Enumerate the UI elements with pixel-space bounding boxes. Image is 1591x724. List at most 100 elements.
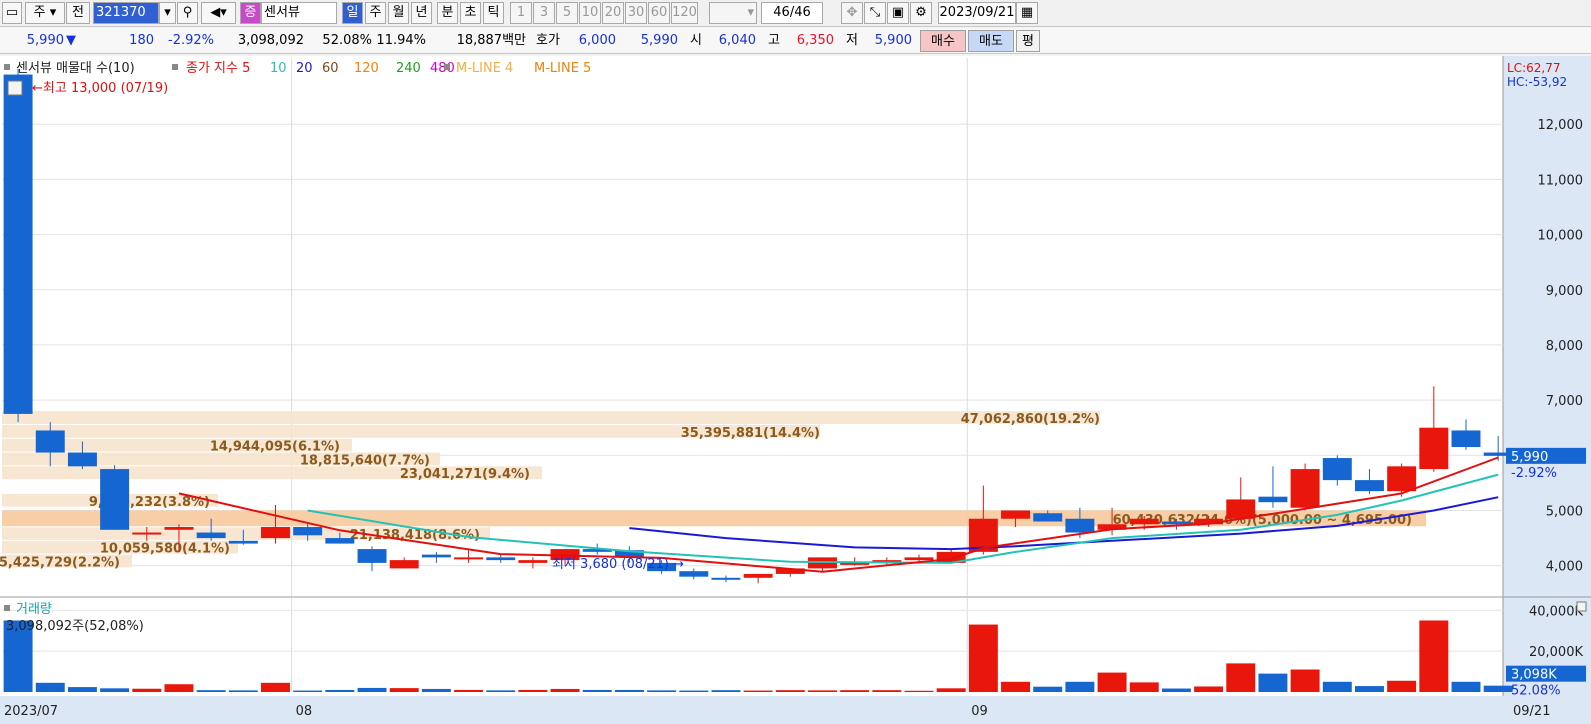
interval-20[interactable]: 20 <box>602 2 624 24</box>
interval-120[interactable]: 120 <box>671 2 698 24</box>
candle-body[interactable] <box>1451 430 1481 448</box>
candle-body[interactable] <box>1258 496 1288 503</box>
candle-body[interactable] <box>67 452 97 467</box>
crosshair-icon[interactable]: ✥ <box>841 2 863 24</box>
tab-tick[interactable]: 틱 <box>483 2 504 24</box>
volume-bar[interactable] <box>1226 663 1256 692</box>
candle-body[interactable] <box>1001 510 1031 519</box>
candle-body[interactable] <box>1290 469 1320 508</box>
eval-button[interactable]: 평 <box>1016 30 1040 52</box>
volume-bar[interactable] <box>100 688 130 692</box>
volume-bar[interactable] <box>743 690 773 692</box>
search-icon[interactable]: ⚲ <box>177 2 198 24</box>
candle-body[interactable] <box>1161 521 1191 525</box>
volume-bar[interactable] <box>711 690 741 692</box>
candle-body[interactable] <box>1065 518 1095 533</box>
candle-body[interactable] <box>486 557 516 561</box>
volume-bar[interactable] <box>1033 686 1063 692</box>
candle-body[interactable] <box>1033 513 1063 522</box>
volume-bar[interactable] <box>775 690 805 692</box>
volume-bar[interactable] <box>1483 685 1513 692</box>
candle-body[interactable] <box>421 554 451 558</box>
tab-minute[interactable]: 분 <box>437 2 458 24</box>
buy-button[interactable]: 매수 <box>920 30 966 52</box>
volume-bar[interactable] <box>1001 681 1031 692</box>
candle-body[interactable] <box>518 560 548 563</box>
tab-day[interactable]: 일 <box>342 2 363 24</box>
sell-button[interactable]: 매도 <box>968 30 1014 52</box>
gear-icon[interactable]: ⚙ <box>910 2 932 24</box>
interval-1[interactable]: 1 <box>510 2 532 24</box>
volume-bar[interactable] <box>1258 673 1288 692</box>
volume-bar[interactable] <box>486 690 516 692</box>
volume-bar[interactable] <box>1387 680 1417 692</box>
volume-bar[interactable] <box>164 684 194 692</box>
volume-bar[interactable] <box>904 690 934 692</box>
candle-body[interactable] <box>711 577 741 580</box>
candle-body[interactable] <box>100 469 130 530</box>
candle-body[interactable] <box>35 430 65 453</box>
code-dropdown-arrow[interactable]: ▾ <box>159 2 176 24</box>
volume-bar[interactable] <box>325 689 355 692</box>
candle-body[interactable] <box>325 538 355 544</box>
count-field[interactable]: 46/46 <box>761 2 823 24</box>
candle-body[interactable] <box>293 527 323 536</box>
date-field[interactable]: 2023/09/21 <box>938 2 1016 24</box>
candle-body[interactable] <box>357 549 387 563</box>
candle-body[interactable] <box>132 532 162 535</box>
window-icon[interactable]: ▭ <box>2 2 22 24</box>
volume-bar[interactable] <box>132 688 162 692</box>
volume-bar[interactable] <box>872 690 902 692</box>
draw-tool-icon[interactable]: ⤡ <box>864 2 886 24</box>
volume-bar[interactable] <box>421 688 451 692</box>
candle-body[interactable] <box>1387 466 1417 492</box>
candle-body[interactable] <box>904 557 934 561</box>
volume-bar[interactable] <box>1322 681 1352 692</box>
volume-bar[interactable] <box>1129 682 1159 692</box>
volume-bar[interactable] <box>518 689 548 692</box>
tab-second[interactable]: 초 <box>460 2 481 24</box>
candle-body[interactable] <box>1419 427 1449 470</box>
volume-bar[interactable] <box>1194 686 1224 692</box>
save-icon[interactable]: ▣ <box>887 2 909 24</box>
volume-bar[interactable] <box>936 688 966 692</box>
volume-bar[interactable] <box>647 690 677 692</box>
interval-30[interactable]: 30 <box>625 2 647 24</box>
candle-body[interactable] <box>743 573 773 578</box>
volume-bar[interactable] <box>679 690 709 692</box>
prev-button[interactable]: 전 <box>66 2 90 24</box>
volume-bar[interactable] <box>1451 681 1481 692</box>
interval-custom-dropdown[interactable]: ▾ <box>709 2 757 24</box>
volume-bar[interactable] <box>1419 620 1449 692</box>
volume-bar[interactable] <box>582 689 612 692</box>
interval-3[interactable]: 3 <box>533 2 555 24</box>
volume-bar[interactable] <box>196 690 226 692</box>
candle-body[interactable] <box>164 527 194 530</box>
candle-body[interactable] <box>228 540 258 544</box>
table-grid-icon[interactable] <box>7 80 23 96</box>
volume-bar[interactable] <box>968 624 998 692</box>
candle-body[interactable] <box>1322 458 1352 481</box>
candlestick-chart[interactable]: 12,00011,00010,0009,0008,0007,0006,0005,… <box>0 56 1591 724</box>
candle-body[interactable] <box>1354 480 1384 492</box>
volume-bar[interactable] <box>808 690 837 692</box>
candle-body[interactable] <box>454 557 484 560</box>
close-panel-icon[interactable] <box>1576 601 1587 612</box>
tab-week[interactable]: 주 <box>365 2 386 24</box>
candle-body[interactable] <box>1129 518 1159 525</box>
tab-month[interactable]: 월 <box>388 2 409 24</box>
stock-code-input[interactable]: 321370 <box>93 2 159 24</box>
volume-bar[interactable] <box>228 690 258 692</box>
volume-bar[interactable] <box>261 682 290 692</box>
volume-bar[interactable] <box>840 690 870 692</box>
speaker-icon[interactable]: ◀▾ <box>201 2 236 24</box>
volume-bar[interactable] <box>614 689 644 692</box>
candle-body[interactable] <box>261 527 290 539</box>
candle-body[interactable] <box>389 560 419 569</box>
interval-10[interactable]: 10 <box>579 2 601 24</box>
volume-bar[interactable] <box>357 687 387 692</box>
volume-bar[interactable] <box>389 688 419 692</box>
volume-bar[interactable] <box>67 687 97 692</box>
volume-bar[interactable] <box>1290 669 1320 692</box>
period-dropdown[interactable]: 주 ▾ <box>25 2 65 24</box>
